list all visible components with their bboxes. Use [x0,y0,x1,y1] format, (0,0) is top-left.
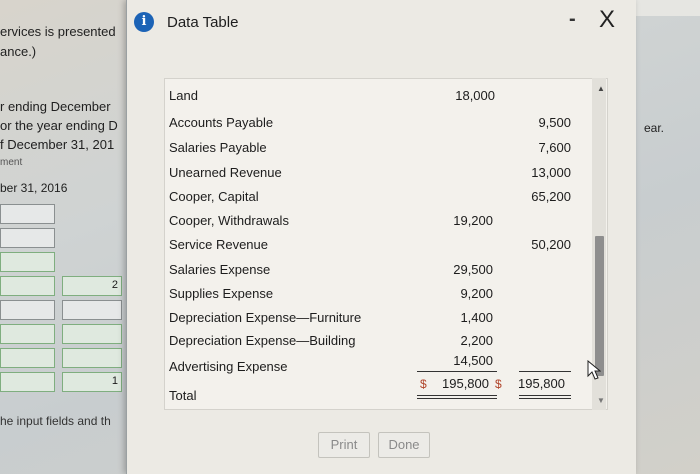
mouse-pointer-icon [587,360,601,380]
bg-text-line: f December 31, 201 [0,137,115,152]
background-worksheet-left: ervices is presented ance.) r ending Dec… [0,0,126,474]
debit-value: 19,200 [453,213,493,228]
table-row: Salaries Payable 7,600 [127,140,571,162]
worksheet-input[interactable] [0,372,55,392]
account-name: Cooper, Withdrawals [169,213,289,228]
account-name: Depreciation Expense—Building [169,333,356,348]
debit-value: 29,500 [453,262,493,277]
debit-value: 2,200 [460,333,493,348]
dialog-title: Data Table [167,14,239,31]
worksheet-input[interactable]: 2 [62,276,122,296]
worksheet-input-value: 2 [111,279,118,291]
worksheet-input[interactable] [0,228,55,248]
worksheet-input[interactable] [62,348,122,368]
worksheet-input[interactable] [62,324,122,344]
bg-text-line: ervices is presented [0,24,116,39]
credit-total-double-rule [519,395,571,399]
total-label: Total [169,388,197,403]
credit-value: 65,200 [531,189,571,204]
debit-total-rule [417,371,497,372]
worksheet-input[interactable]: 1 [62,372,122,392]
account-name: Salaries Payable [169,140,267,155]
bg-text-right: ear. [644,121,665,135]
debit-total-double-rule [417,395,497,399]
table-row: Accounts Payable 9,500 [127,115,571,137]
table-row: Cooper, Capital 65,200 [127,189,571,211]
table-row: Salaries Expense 29,500 [127,262,547,284]
credit-value: 13,000 [531,165,571,180]
account-name: Land [169,88,198,103]
table-row: Unearned Revenue 13,000 [127,165,571,187]
bg-text-line: or the year ending D [0,118,118,133]
scrollbar-thumb[interactable] [595,236,604,376]
account-name: Accounts Payable [169,115,274,130]
account-name: Salaries Expense [169,262,271,277]
table-row: Cooper, Withdrawals 19,200 [127,213,547,235]
info-icon: i [134,12,154,32]
worksheet-input[interactable] [0,324,55,344]
dialog-titlebar: i Data Table - X [127,0,636,44]
table-row: Service Revenue 50,200 [127,237,571,259]
debit-total-value: 195,800 [442,376,489,391]
debit-value: 14,500 [453,353,493,368]
worksheet-input[interactable] [62,300,122,320]
account-name: Cooper, Capital [169,189,259,204]
table-row: Depreciation Expense—Furniture 1,400 [127,310,547,332]
bg-text-line: ber 31, 2016 [0,181,68,195]
credit-total-value: 195,800 [518,376,565,391]
table-row: Land 18,000 [127,88,547,110]
worksheet-input[interactable] [0,300,55,320]
bg-hint-text: he input fields and th [0,414,111,428]
debit-value: 9,200 [460,286,493,301]
minimize-button[interactable]: - [569,8,576,31]
account-name: Advertising Expense [169,359,288,374]
credit-value: 50,200 [531,237,571,252]
credit-total-rule [519,371,571,372]
worksheet-input-value: 1 [111,375,118,387]
bg-text-line: ance.) [0,44,37,59]
worksheet-input[interactable] [0,348,55,368]
account-name: Unearned Revenue [169,165,282,180]
debit-value: 18,000 [455,88,495,103]
worksheet-input[interactable] [0,276,55,296]
done-button[interactable]: Done [378,432,430,458]
print-button[interactable]: Print [318,432,370,458]
table-row: Supplies Expense 9,200 [127,286,547,308]
bg-text-line: r ending December [0,99,111,114]
worksheet-input[interactable] [0,204,55,224]
worksheet-input[interactable] [0,252,55,272]
bg-text-line: ment [0,157,23,168]
data-table-dialog: i Data Table - X ▲ ▼ Land 18,000 Account… [126,0,636,474]
account-name: Service Revenue [169,237,268,252]
credit-value: 7,600 [538,140,571,155]
account-name: Supplies Expense [169,286,274,301]
background-top-strip [635,0,700,16]
credit-value: 9,500 [538,115,571,130]
close-button[interactable]: X [599,6,615,34]
debit-value: 1,400 [460,310,493,325]
scroll-down-arrow-icon[interactable]: ▼ [597,396,605,405]
scroll-up-arrow-icon[interactable]: ▲ [597,84,605,93]
table-row: Depreciation Expense—Building 2,200 [127,333,547,355]
account-name: Depreciation Expense—Furniture [169,310,362,325]
